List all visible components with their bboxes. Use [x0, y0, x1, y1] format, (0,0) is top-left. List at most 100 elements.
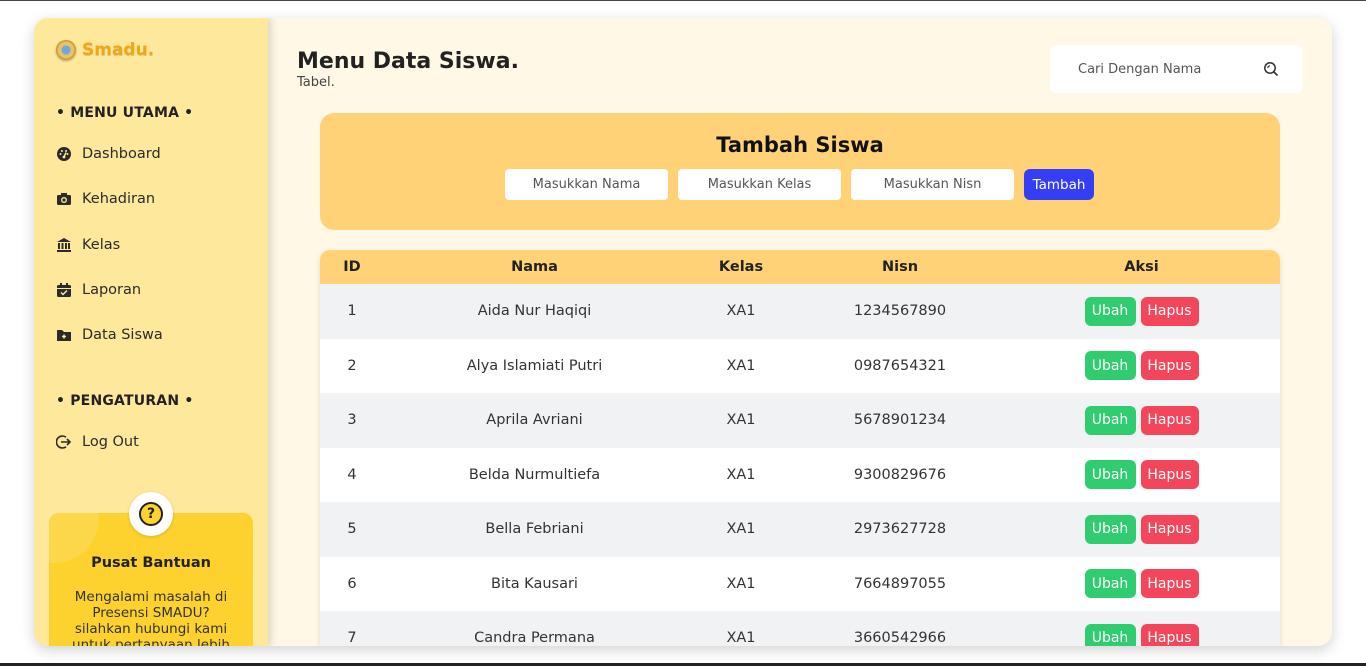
folder-plus-icon	[56, 327, 72, 343]
column-header-nisn: Nisn	[881, 259, 919, 275]
edit-button[interactable]: Ubah	[1084, 623, 1136, 646]
cell-id: 4	[347, 466, 357, 483]
edit-button[interactable]: Ubah	[1084, 351, 1136, 381]
brand-name: Smadu.	[82, 40, 155, 60]
delete-button[interactable]: Hapus	[1140, 569, 1199, 599]
delete-button[interactable]: Hapus	[1140, 514, 1199, 544]
calendar-check-icon	[56, 282, 72, 298]
cell-id: 7	[347, 630, 357, 646]
cell-nisn: 1234567890	[853, 303, 947, 320]
cell-id: 1	[347, 303, 357, 320]
building-columns-icon	[56, 237, 72, 253]
cell-nama: Aida Nur Haqiqi	[477, 303, 592, 320]
cell-aksi: Ubah Hapus	[1003, 393, 1280, 448]
sidebar-item-data-siswa[interactable]: Data Siswa	[56, 327, 163, 343]
help-badge[interactable]: ?	[129, 492, 173, 536]
column-header-nama: Nama	[511, 259, 558, 275]
cell-aksi: Ubah Hapus	[1003, 557, 1280, 612]
edit-button[interactable]: Ubah	[1084, 460, 1136, 490]
table-row: 7 Candra Permana XA1 3660542966 Ubah Hapu…	[320, 611, 1280, 646]
search-input[interactable]	[1078, 61, 1263, 77]
students-table-container: ID Nama Kelas Nisn Aksi 1 Aida Nur Haqiq…	[320, 250, 1280, 646]
dashboard-gauge-icon	[56, 146, 72, 162]
cell-aksi: Ubah Hapus	[1003, 611, 1280, 646]
cell-kelas: XA1	[726, 521, 756, 538]
cell-kelas: XA1	[726, 412, 756, 429]
delete-button[interactable]: Hapus	[1140, 296, 1199, 326]
cell-nama: Belda Nurmultiefa	[468, 466, 601, 483]
window-top-border	[0, 0, 1366, 1]
sidebar-item-label: Kehadiran	[82, 191, 156, 207]
cell-nisn: 7664897055	[853, 575, 947, 592]
settings-heading: • PENGATURAN •	[56, 393, 194, 409]
students-table: ID Nama Kelas Nisn Aksi 1 Aida Nur Haqiq…	[320, 250, 1280, 646]
table-row: 2 Alya Islamiati Putri XA1 0987654321 Ub…	[320, 338, 1280, 393]
edit-button[interactable]: Ubah	[1084, 296, 1136, 326]
edit-button[interactable]: Ubah	[1084, 569, 1136, 599]
delete-button[interactable]: Hapus	[1140, 623, 1199, 646]
edit-button[interactable]: Ubah	[1084, 514, 1136, 544]
cell-id: 5	[347, 521, 357, 538]
help-text: Mengalami masalah di Presensi SMADU? sil…	[72, 589, 230, 646]
search-box[interactable]	[1050, 45, 1303, 93]
sidebar-item-label: Dashboard	[82, 146, 161, 162]
cell-nisn: 3660542966	[853, 630, 947, 646]
cell-id: 6	[347, 575, 357, 592]
sidebar: Smadu. • MENU UTAMA • Dashboard Kehadira…	[34, 18, 268, 646]
sidebar-item-label: Kelas	[82, 237, 121, 253]
search-icon[interactable]	[1263, 61, 1279, 77]
sidebar-item-label: Log Out	[82, 434, 139, 450]
table-row: 3 Aprila Avriani XA1 5678901234 Ubah Hapu…	[320, 393, 1280, 448]
cell-nisn: 2973627728	[853, 521, 947, 538]
school-logo-icon	[56, 40, 76, 60]
brand[interactable]: Smadu.	[56, 40, 154, 60]
main-menu-heading: • MENU UTAMA •	[56, 105, 194, 121]
cell-id: 3	[347, 412, 357, 429]
sidebar-item-kehadiran[interactable]: Kehadiran	[56, 191, 155, 207]
cell-aksi: Ubah Hapus	[1003, 284, 1280, 339]
cell-nama: Bella Febriani	[485, 521, 584, 538]
table-row: 5 Bella Febriani XA1 2973627728 Ubah Hapu…	[320, 502, 1280, 557]
cell-nama: Aprila Avriani	[486, 412, 583, 429]
column-header-kelas: Kelas	[718, 259, 764, 275]
app-window: Smadu. • MENU UTAMA • Dashboard Kehadira…	[34, 18, 1332, 646]
page-title: Menu Data Siswa.	[297, 49, 519, 74]
nisn-input[interactable]	[851, 169, 1014, 200]
cell-kelas: XA1	[726, 630, 756, 646]
logout-icon	[56, 434, 72, 450]
question-mark-icon: ?	[139, 502, 163, 526]
table-header-row: ID Nama Kelas Nisn Aksi	[320, 250, 1280, 284]
cell-nisn: 9300829676	[853, 466, 947, 483]
cell-nama: Candra Permana	[474, 630, 595, 646]
class-input[interactable]	[678, 169, 841, 200]
cell-id: 2	[347, 357, 357, 374]
delete-button[interactable]: Hapus	[1140, 460, 1199, 490]
camera-icon	[56, 191, 72, 207]
add-student-panel: Tambah Siswa Tambah	[320, 113, 1280, 230]
sidebar-item-label: Data Siswa	[82, 327, 163, 343]
cell-nama: Alya Islamiati Putri	[466, 357, 603, 374]
table-row: 4 Belda Nurmultiefa XA1 9300829676 Ubah H…	[320, 447, 1280, 503]
cell-nisn: 5678901234	[853, 412, 947, 429]
delete-button[interactable]: Hapus	[1140, 405, 1199, 435]
add-button[interactable]: Tambah	[1024, 169, 1094, 200]
table-row: 1 Aida Nur Haqiqi XA1 1234567890 Ubah Hap…	[320, 284, 1280, 339]
sidebar-item-logout[interactable]: Log Out	[56, 434, 139, 450]
sidebar-item-laporan[interactable]: Laporan	[56, 282, 141, 298]
cell-aksi: Ubah Hapus	[1003, 448, 1280, 503]
name-input[interactable]	[505, 169, 668, 200]
column-header-id: ID	[343, 259, 361, 275]
sidebar-item-dashboard[interactable]: Dashboard	[56, 146, 161, 162]
sidebar-item-kelas[interactable]: Kelas	[56, 237, 120, 253]
cell-kelas: XA1	[726, 466, 756, 483]
cell-nisn: 0987654321	[853, 357, 947, 374]
cell-aksi: Ubah Hapus	[1003, 502, 1280, 557]
help-title: Pusat Bantuan	[91, 555, 211, 571]
cell-kelas: XA1	[726, 575, 756, 592]
add-student-title: Tambah Siswa	[716, 133, 884, 157]
cell-nama: Bita Kausari	[491, 575, 578, 592]
sidebar-item-label: Laporan	[82, 282, 142, 298]
edit-button[interactable]: Ubah	[1084, 405, 1136, 435]
table-row: 6 Bita Kausari XA1 7664897055 Ubah Hapus	[320, 556, 1280, 612]
delete-button[interactable]: Hapus	[1140, 351, 1199, 381]
